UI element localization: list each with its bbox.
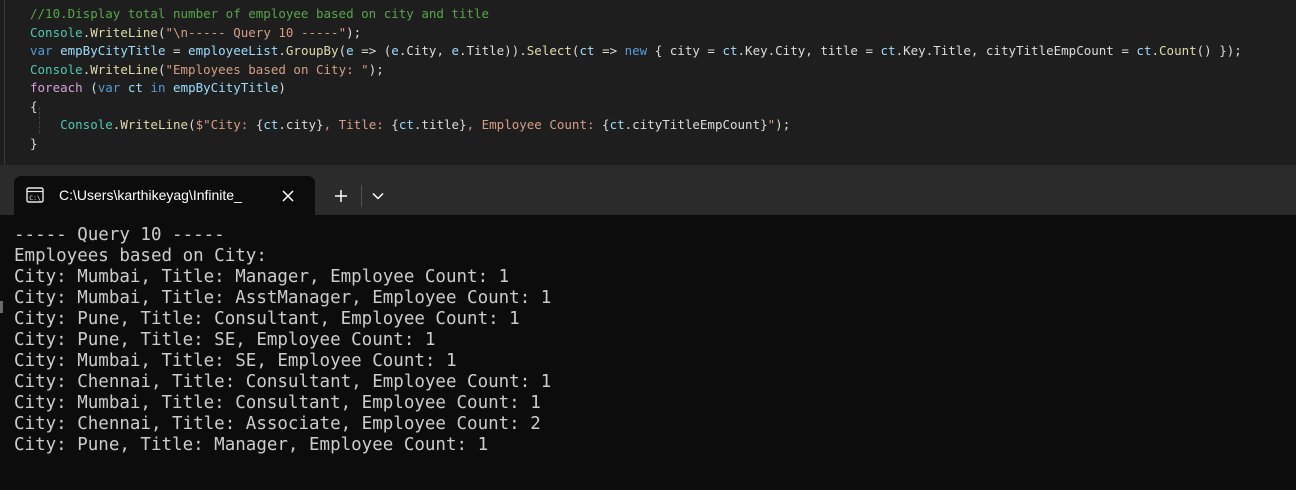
code-token: . <box>278 43 286 58</box>
code-token: new <box>624 43 648 58</box>
code-token: foreach <box>30 80 83 95</box>
code-token: ( <box>188 117 196 132</box>
terminal-line: City: Chennai, Title: Associate, Employe… <box>14 414 541 434</box>
code-token: .Title)). <box>459 43 527 58</box>
code-token: = <box>165 43 189 58</box>
chevron-down-icon[interactable] <box>366 181 390 211</box>
code-token: WriteLine <box>90 24 158 40</box>
code-token: e <box>391 43 399 58</box>
plus-icon[interactable] <box>326 181 356 211</box>
terminal-line: City: Mumbai, Title: Manager, Employee C… <box>14 267 510 287</box>
code-line: } <box>30 134 38 153</box>
code-token: ( <box>82 80 98 95</box>
terminal-tab-title: C:\Users\karthikeyag\Infinite_ <box>59 187 242 203</box>
code-token: ct <box>880 43 896 58</box>
terminal-line: City: Pune, Title: Consultant, Employee … <box>14 309 520 329</box>
code-token: ct <box>722 43 738 58</box>
code-token: Console <box>30 24 83 40</box>
code-line: var empByCityTitle = employeeList.GroupB… <box>30 41 1242 60</box>
code-token: ct <box>609 117 625 132</box>
code-token: { <box>602 117 610 132</box>
code-token: => ( <box>353 43 392 58</box>
code-token: . <box>1151 43 1160 58</box>
code-token: .title} <box>413 117 467 132</box>
tab-bar-divider <box>361 185 362 207</box>
code-token: , Employee Count: <box>466 117 603 132</box>
code-token: $"City: <box>195 117 256 132</box>
terminal-tab[interactable]: C:\ C:\Users\karthikeyag\Infinite_ <box>14 176 315 215</box>
code-token: .Key.Title, cityTitleEmpCount = <box>895 43 1137 58</box>
code-token: Console <box>30 61 83 77</box>
code-token: .city} <box>278 117 324 132</box>
code-token: ); <box>346 24 362 40</box>
code-token: in <box>150 80 166 95</box>
code-token: ) <box>278 80 286 95</box>
code-token: "Employees based on City: " <box>165 61 369 77</box>
code-token: .Key.City, title = <box>737 43 881 58</box>
code-token: WriteLine <box>90 61 158 77</box>
code-line: //10.Display total number of employee ba… <box>30 4 489 23</box>
code-token: .City, <box>398 43 452 58</box>
code-token: ( <box>338 43 347 58</box>
console-icon: C:\ <box>26 186 44 204</box>
code-line: Console.WriteLine($"City: {ct.city}, Tit… <box>30 115 790 134</box>
code-token: empByCityTitle <box>173 80 279 95</box>
code-token: var <box>30 43 53 58</box>
code-token: WriteLine <box>120 117 189 132</box>
code-line: Console.WriteLine("\n----- Query 10 ----… <box>30 23 361 42</box>
code-token: e <box>346 43 354 58</box>
terminal-line: City: Mumbai, Title: AsstManager, Employ… <box>14 288 552 308</box>
terminal-output[interactable]: ----- Query 10 ----- Employees based on C… <box>0 215 1296 490</box>
code-token: ct <box>127 80 143 95</box>
code-token: } <box>30 135 38 151</box>
code-token: "\n----- Query 10 -----" <box>165 24 347 40</box>
code-token: ct <box>579 43 595 58</box>
terminal-line: Employees based on City: <box>14 246 267 266</box>
code-token: () }); <box>1196 43 1242 58</box>
code-token: var <box>97 80 121 95</box>
code-token: { <box>30 98 38 114</box>
code-token: { <box>391 117 399 132</box>
terminal-line: City: Pune, Title: Manager, Employee Cou… <box>14 435 489 455</box>
code-token: GroupBy <box>285 43 339 58</box>
editor-gutter-line <box>4 0 5 165</box>
code-token: { city = <box>647 43 723 58</box>
code-token: Select <box>526 43 572 58</box>
terminal-line: City: Mumbai, Title: SE, Employee Count:… <box>14 351 457 371</box>
code-token: ct <box>398 117 414 132</box>
code-token: ); <box>775 117 791 132</box>
code-token: empByCityTitle <box>60 43 166 58</box>
editor-margin-marker <box>0 301 3 313</box>
code-token: ); <box>368 61 384 77</box>
code-editor[interactable]: //10.Display total number of employee ba… <box>0 0 1296 165</box>
code-line: foreach (var ct in empByCityTitle) <box>30 78 286 97</box>
code-token: , Title: <box>323 117 392 132</box>
code-token: employeeList <box>188 43 279 58</box>
code-token: //10.Display total number of employee ba… <box>30 6 490 21</box>
code-line: Console.WriteLine("Employees based on Ci… <box>30 60 384 79</box>
terminal-tab-bar: C:\ C:\Users\karthikeyag\Infinite_ <box>0 165 1296 215</box>
terminal-line: City: Pune, Title: SE, Employee Count: 1 <box>14 330 436 350</box>
terminal-line: City: Mumbai, Title: Consultant, Employe… <box>14 393 541 413</box>
code-token: => <box>594 43 625 58</box>
close-icon[interactable] <box>276 184 300 208</box>
svg-text:C:\: C:\ <box>29 194 41 202</box>
code-token: e <box>451 43 460 58</box>
code-token: ct <box>1136 43 1152 58</box>
code-token: Console <box>60 117 113 132</box>
code-token: Count <box>1159 43 1197 58</box>
code-token: ct <box>263 117 279 132</box>
terminal-line: City: Chennai, Title: Consultant, Employ… <box>14 372 552 392</box>
code-token: .cityTitleEmpCount} <box>624 117 768 132</box>
code-line: { <box>30 97 38 116</box>
terminal-line: ----- Query 10 ----- <box>14 225 225 245</box>
